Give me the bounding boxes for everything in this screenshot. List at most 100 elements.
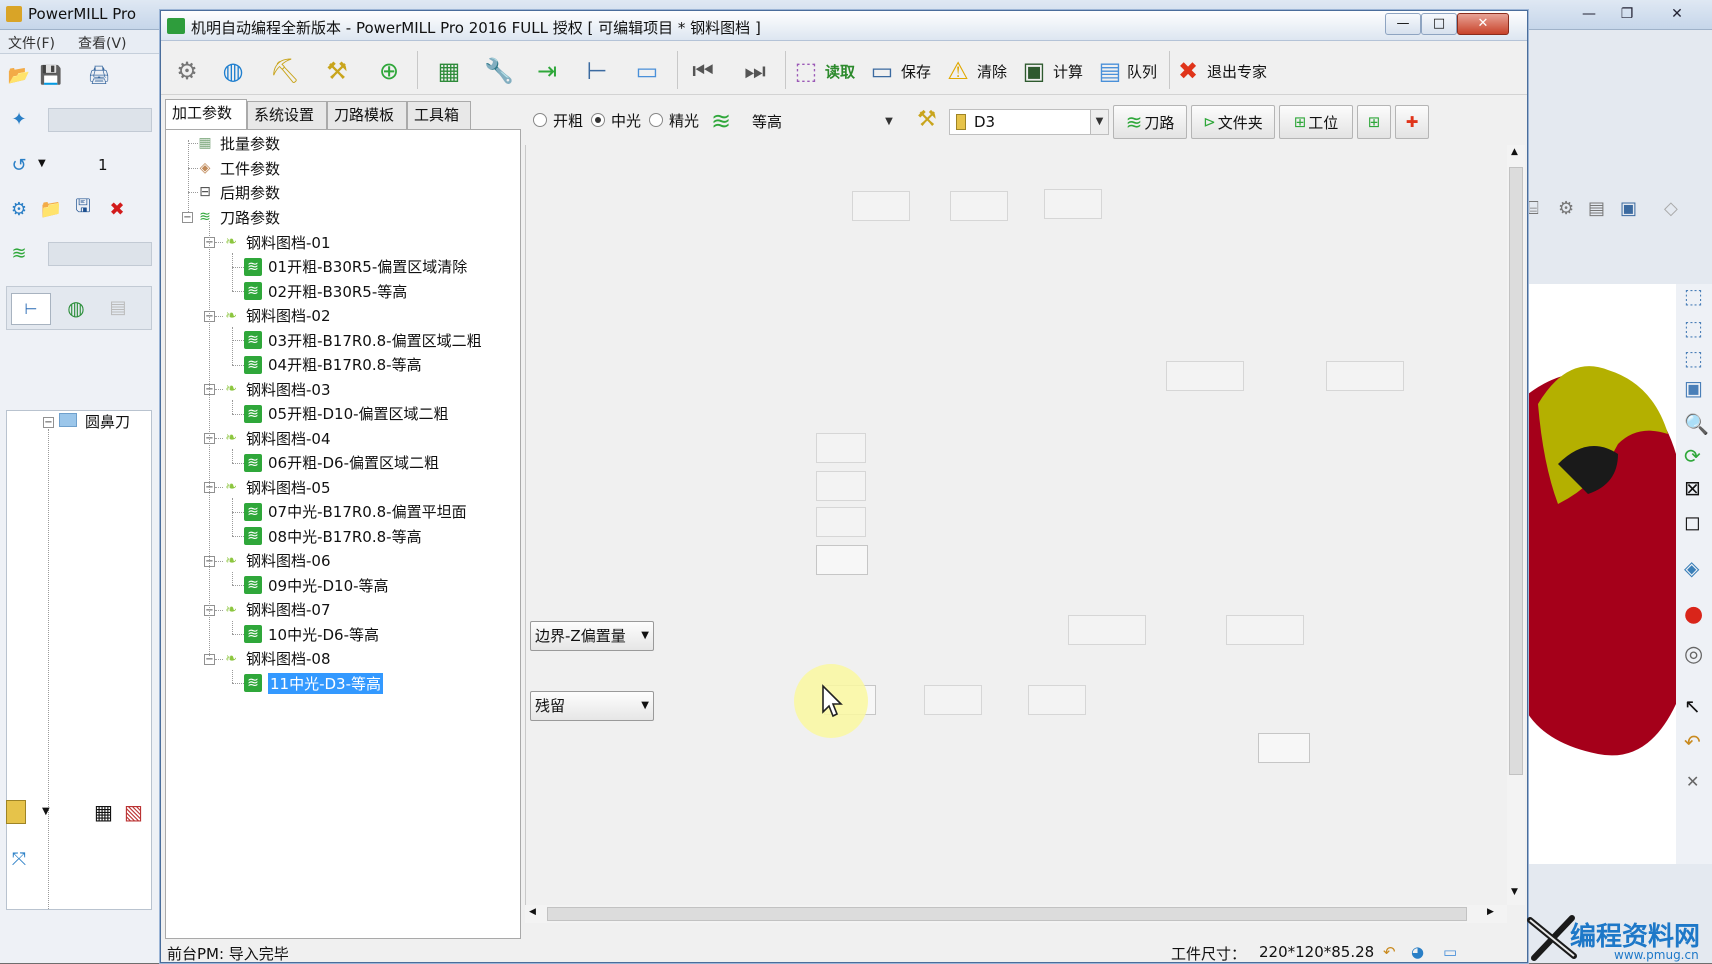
tree-group-05[interactable]: ❧ 钢料图档-05 [222,476,330,498]
folder-button[interactable]: ⊳ 文件夹 [1191,105,1275,139]
param-field[interactable] [1226,615,1304,645]
tree-toolpath-item[interactable]: ≋ 01开粗-B30R5-偏置区域清除 [244,256,467,278]
close-view-icon[interactable]: ✕ [1686,772,1699,791]
tree-toolpath-item[interactable]: ≋ 09中光-D10-等高 [244,574,389,596]
bin-icon[interactable]: ▤ [101,293,135,325]
tool-combo[interactable]: D3 ▼ [949,109,1109,135]
cylinder-icon[interactable]: ⌸ [1528,198,1539,219]
tool-icon[interactable] [6,800,26,824]
param-field[interactable] [816,433,866,463]
exit-expert-button[interactable]: 退出专家 [1207,51,1267,91]
view-iso-icon[interactable]: ⬚ [1684,284,1703,308]
warning-icon[interactable]: ⚠ [941,51,975,91]
open-folder-icon[interactable]: 📂 [4,60,34,90]
calculator-icon[interactable]: ▣ [1017,51,1051,91]
tab-toolpath-templates[interactable]: 刀路模板 [327,101,407,129]
wizard-icon[interactable]: ⚙ [4,194,34,224]
wireframe-sphere-icon[interactable]: ◎ [1684,642,1703,667]
shape-icon[interactable]: ◇ [1664,198,1678,219]
tree-toolpath-item[interactable]: ≋ 11中光-D3-等高 [244,672,384,694]
tool-import-icon[interactable]: ⛏ [265,51,305,91]
save-icon[interactable]: 💾 [36,60,66,90]
folder-blue-icon[interactable]: ▭ [627,51,667,91]
folder-icon[interactable]: 📁 [36,194,66,224]
param-field[interactable] [1166,361,1244,391]
clear-button[interactable]: 清除 [977,51,1007,91]
box-icon[interactable]: ◻ [1684,510,1701,534]
scroll-up-icon[interactable]: ▲ [1511,147,1518,157]
disk-icon[interactable]: 🖫 [68,194,98,224]
read-icon[interactable]: ⬚ [789,51,823,91]
minimize-button[interactable]: — [1385,13,1421,35]
queue-button[interactable]: 队列 [1127,51,1157,91]
tree-item-post[interactable]: ⊟ 后期参数 [196,181,280,203]
param-field[interactable] [816,471,866,501]
scroll-down-icon[interactable]: ▼ [1511,887,1518,897]
settings-gear-icon[interactable]: ⚙ [167,51,207,91]
exit-x-icon[interactable]: ✖ [1171,51,1205,91]
vertical-scroll-thumb[interactable] [1509,167,1523,775]
tree-group-04[interactable]: ❧ 钢料图档-04 [222,427,330,449]
radio-finish[interactable] [649,113,663,127]
save-button[interactable]: 保存 [901,51,931,91]
menu-view[interactable]: 查看(V) [78,33,127,53]
vertical-scrollbar[interactable]: ▲ ▼ [1507,145,1525,905]
maximize-button[interactable]: □ [1421,13,1457,35]
tree-group-02[interactable]: ❧ 钢料图档-02 [222,305,330,327]
radio-semi-finish[interactable] [591,113,605,127]
tree-toolpath-item[interactable]: ≋ 05开粗-D10-偏置区域二粗 [244,403,449,425]
boundary-dropdown[interactable]: 边界-Z偏置量 ▼ [530,621,654,651]
globe-icon[interactable]: ◍ [59,293,93,325]
tool-library-icon[interactable]: ⚒ [317,51,357,91]
lasso-icon[interactable]: ↺ [4,150,34,180]
delete-icon[interactable]: ✖ [102,194,132,224]
toolpath-icon[interactable]: ≋ [4,238,34,268]
tree-toolpath-item[interactable]: ≋ 04开粗-B17R0.8-等高 [244,354,422,376]
tree-group-01[interactable]: ❧ 钢料图档-01 [222,231,330,253]
toolpath-add-button[interactable]: ✚ [1395,105,1429,139]
palette-icon[interactable]: ◕ [1411,943,1424,961]
first-icon[interactable]: ⏮ [683,51,723,91]
dialog-titlebar[interactable]: 机明自动编程全新版本 - PowerMILL Pro 2016 FULL 授权 … [161,11,1527,41]
param-field[interactable] [1068,615,1146,645]
pattern-icon[interactable]: ▦ [94,800,113,824]
residual-dropdown[interactable]: 残留 ▼ [530,691,654,721]
tree-toolpath-item[interactable]: ≋ 02开粗-B30R5-等高 [244,280,407,302]
collapse-icon[interactable]: − [182,212,193,223]
toolpath-button[interactable]: ≋ 刀路 [1113,105,1187,139]
undo-select-icon[interactable]: ↶ [1684,730,1701,754]
horizontal-scroll-thumb[interactable] [547,907,1467,921]
zoom-icon[interactable]: 🔍 [1684,412,1709,436]
shaded-sphere-icon[interactable]: ● [1684,602,1703,627]
view-side-icon[interactable]: ⬚ [1684,346,1703,370]
scroll-right-icon[interactable]: ▶ [1487,907,1494,917]
tab-machining-params[interactable]: 加工参数 [165,99,247,129]
tab-toolbox[interactable]: 工具箱 [407,101,471,129]
param-field[interactable] [852,191,910,221]
view-front-icon[interactable]: ⬚ [1684,316,1703,340]
minimize-icon[interactable]: — [1572,3,1606,25]
tree-toolpath-item[interactable]: ≋ 10中光-D6-等高 [244,623,379,645]
tree-toolpath-item[interactable]: ≋ 07中光-B17R0.8-偏置平坦面 [244,501,467,523]
layer-icon[interactable]: ◈ [1684,556,1699,580]
tree-group-03[interactable]: ❧ 钢料图档-03 [222,378,330,400]
param-field[interactable] [816,545,868,575]
tree-view-icon[interactable]: ⊢ [11,293,51,325]
select-icon[interactable]: ↖ [1684,694,1701,718]
close-button[interactable]: ✕ [1457,13,1509,35]
add-icon[interactable]: ⊕ [369,51,409,91]
workplane-icon[interactable]: ⤧ [4,844,34,874]
param-field[interactable] [816,507,866,537]
view-cube-icon[interactable]: ▣ [1684,376,1703,400]
tools-icon[interactable]: ⚒ [917,107,937,132]
tree-group-06[interactable]: ❧ 钢料图档-06 [222,550,330,572]
menu-file[interactable]: 文件(F) [8,33,55,53]
queue-icon[interactable]: ▤ [1093,51,1127,91]
pattern-delete-icon[interactable]: ▧ [124,800,143,824]
print-icon[interactable]: 🖨 [84,60,114,90]
tree-group-07[interactable]: ❧ 钢料图档-07 [222,599,330,621]
save-icon[interactable]: ▭ [865,51,899,91]
refresh-icon[interactable]: ⟳ [1684,444,1701,468]
wrench-icon[interactable]: 🔧 [479,51,519,91]
monitor-icon[interactable]: ▣ [1620,198,1637,219]
